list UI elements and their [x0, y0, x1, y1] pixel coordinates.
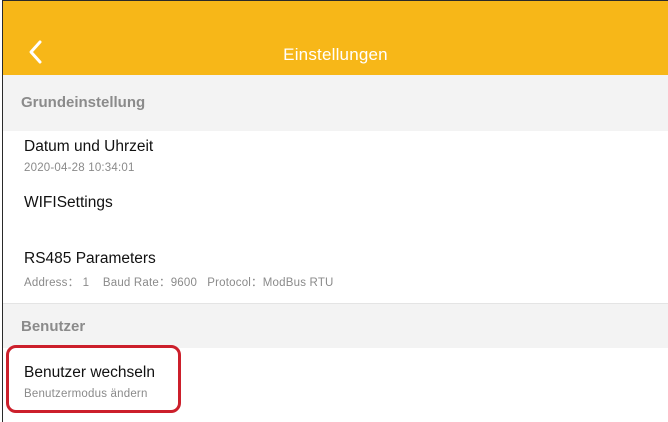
top-bar: Einstellungen — [3, 1, 668, 75]
settings-item-date-time[interactable]: Datum und Uhrzeit 2020-04-28 10:34:01 — [3, 138, 668, 183]
settings-item-wifi[interactable]: WIFISettings — [3, 194, 668, 224]
settings-item-title: RS485 Parameters — [24, 250, 156, 267]
page-title: Einstellungen — [283, 45, 388, 64]
settings-item-title: Datum und Uhrzeit — [24, 138, 154, 155]
settings-item-subtitle: Address： 1 Baud Rate：9600 Protocol：ModBu… — [24, 277, 334, 289]
settings-item-subtitle: 2020-04-28 10:34:01 — [24, 162, 135, 174]
settings-item-switch-user[interactable]: Benutzer wechseln Benutzermodus ändern — [3, 364, 668, 412]
settings-item-rs485[interactable]: RS485 Parameters Address： 1 Baud Rate：96… — [3, 250, 668, 296]
section-header-benutzer: Benutzer — [3, 303, 668, 348]
settings-item-subtitle: Benutzermodus ändern — [24, 388, 148, 400]
section-header-grundeinstellung: Grundeinstellung — [3, 75, 668, 131]
settings-item-title: Benutzer wechseln — [24, 364, 155, 381]
settings-screen: Einstellungen Grundeinstellung Datum und… — [2, 0, 668, 422]
settings-item-title: WIFISettings — [24, 194, 113, 211]
